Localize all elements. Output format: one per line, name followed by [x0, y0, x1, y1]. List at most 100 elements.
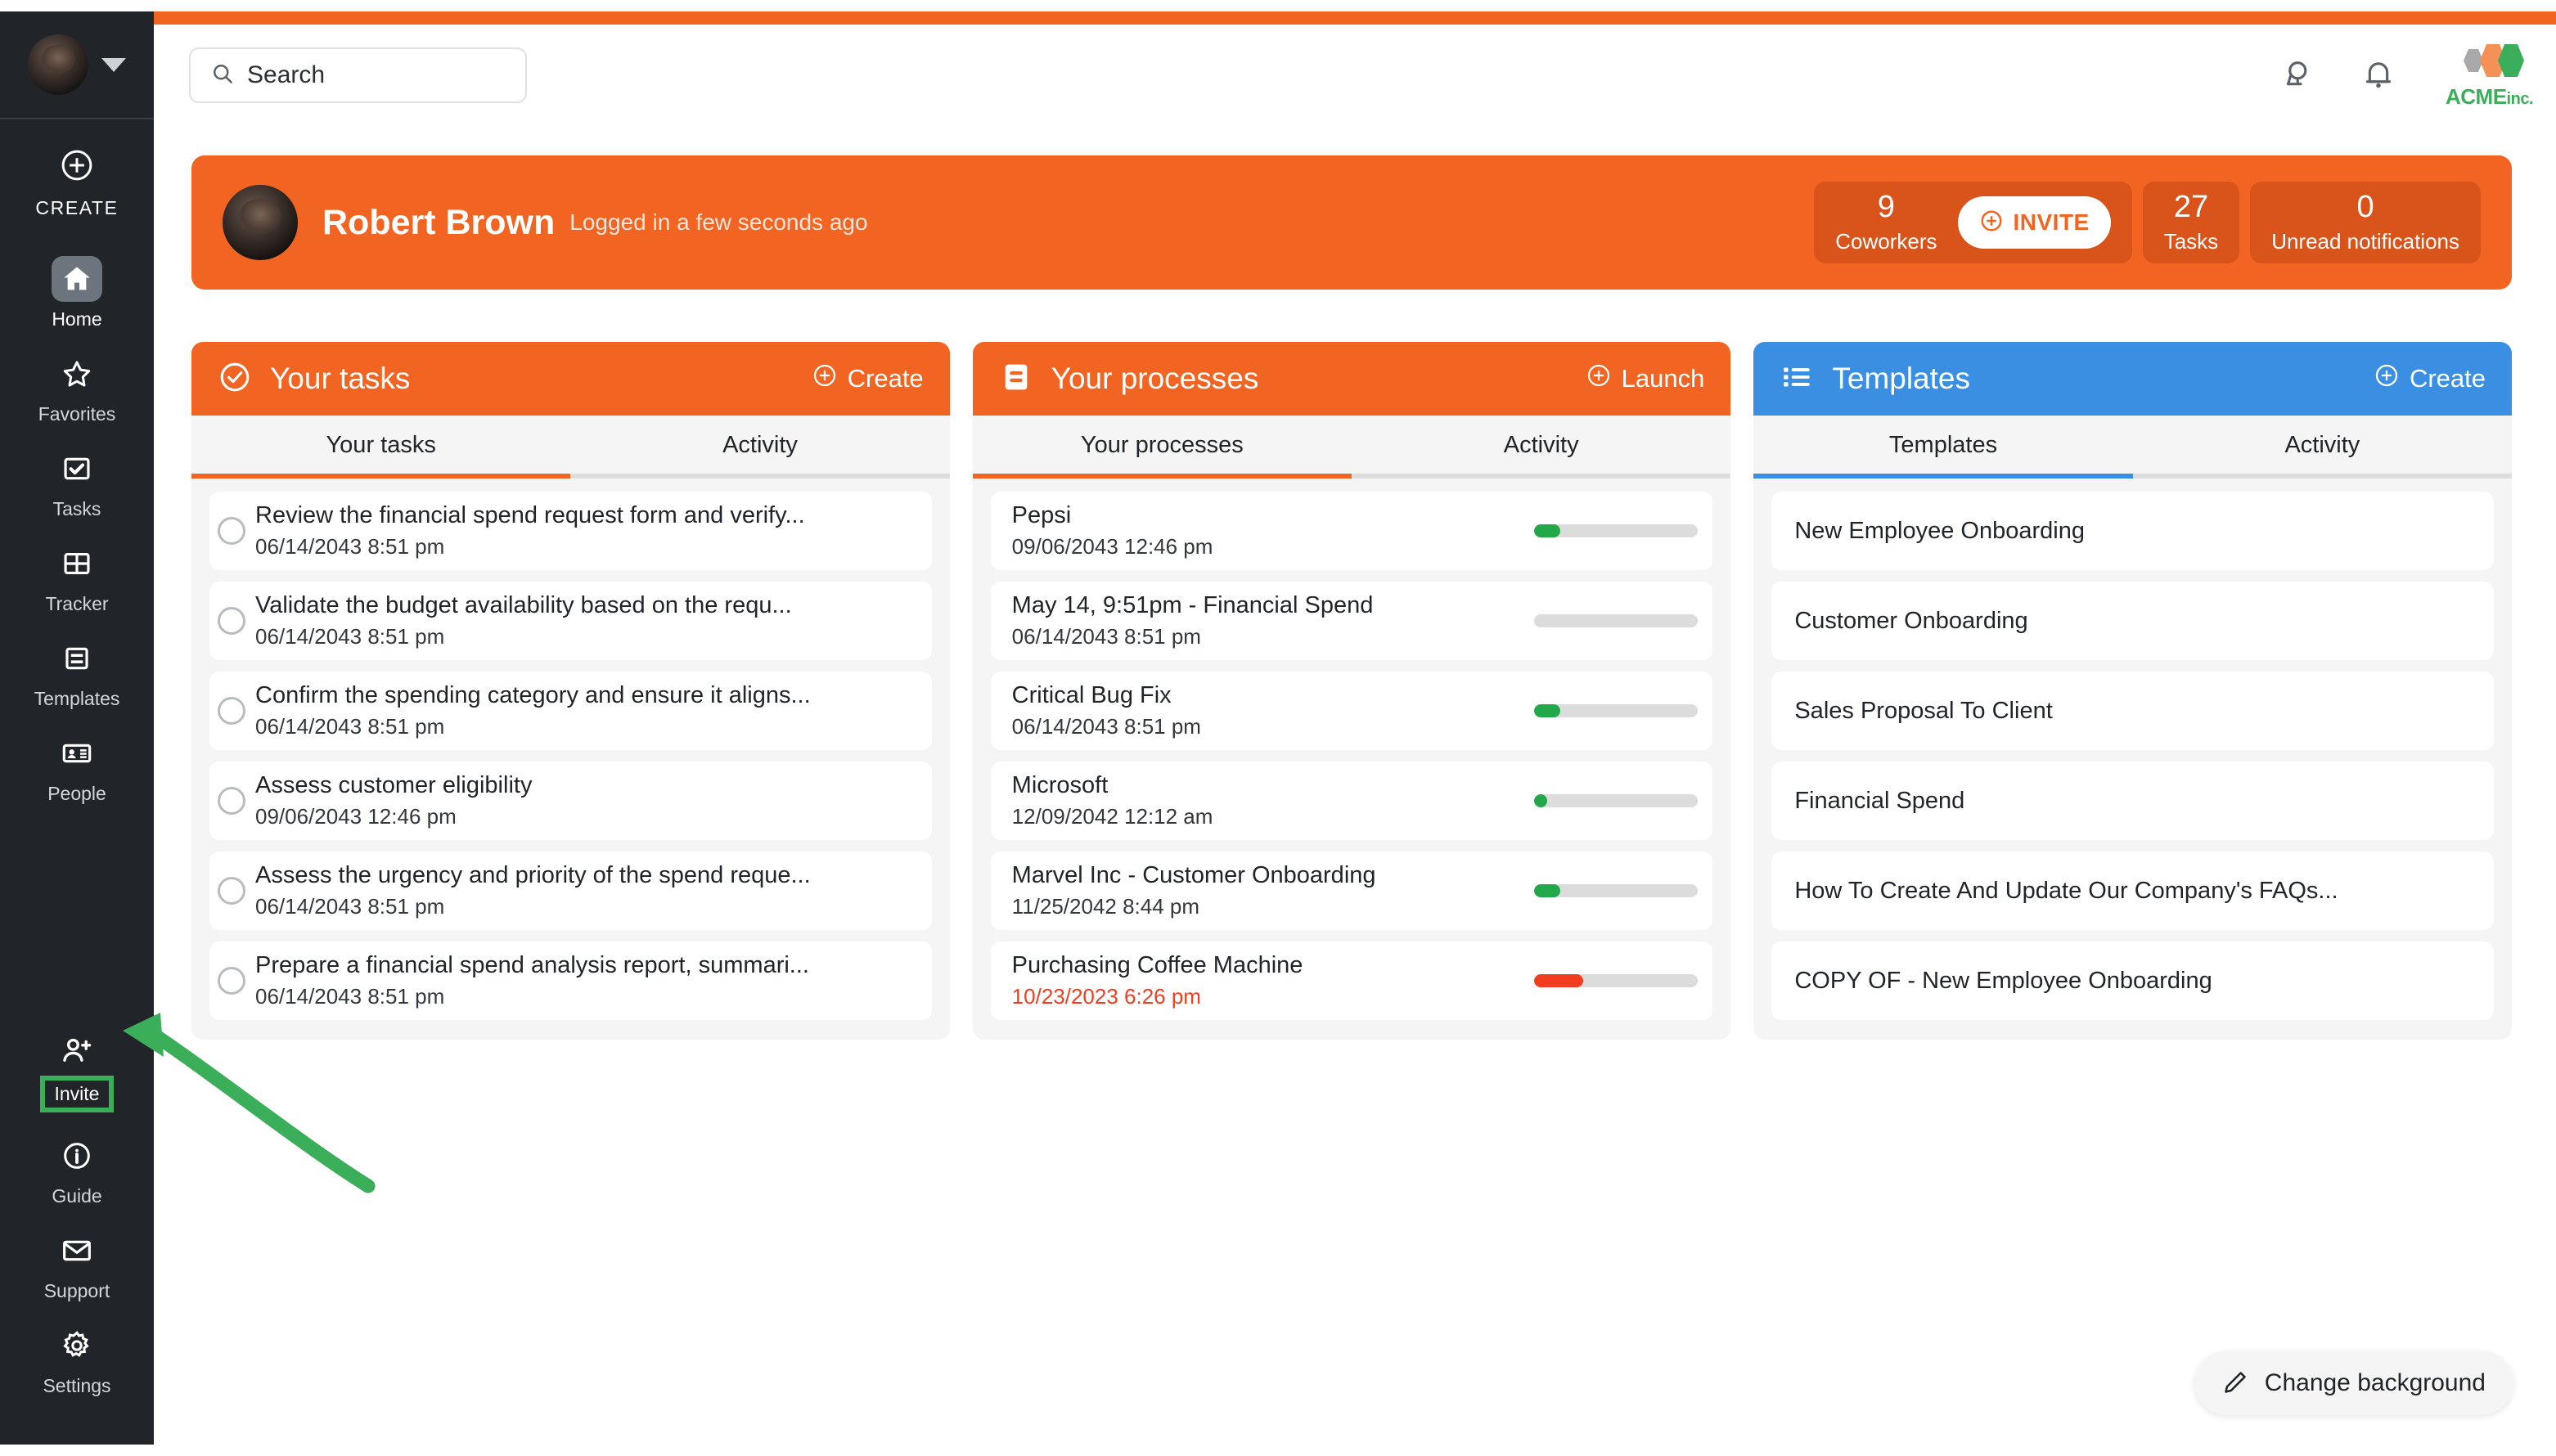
sidebar-item-settings[interactable]: Settings: [0, 1312, 154, 1407]
table-row[interactable]: Assess customer eligibility 09/06/2043 1…: [209, 762, 932, 840]
sidebar-item-invite[interactable]: Invite: [0, 1018, 154, 1122]
progress-bar: [1534, 884, 1699, 897]
template-title: How To Create And Update Our Company's F…: [1794, 877, 2338, 904]
task-checkbox[interactable]: [218, 877, 245, 905]
globe-icon[interactable]: [2275, 52, 2321, 97]
card-header: Your processes Launch: [972, 342, 1731, 416]
process-title: Critical Bug Fix: [1011, 682, 1172, 708]
table-row[interactable]: Marvel Inc - Customer Onboarding 11/25/2…: [990, 852, 1713, 930]
contact-card-icon: [52, 730, 102, 776]
task-checkbox[interactable]: [218, 697, 245, 725]
sidebar-item-support[interactable]: Support: [0, 1217, 154, 1312]
stat-tasks[interactable]: 27 Tasks: [2142, 182, 2240, 263]
create-button[interactable]: CREATE: [35, 147, 118, 219]
stat-label: Coworkers: [1835, 228, 1937, 254]
list-item[interactable]: COPY OF - New Employee Onboarding: [1771, 941, 2495, 1020]
process-date: 06/14/2043 8:51 pm: [1011, 714, 1201, 739]
task-date: 06/14/2043 8:51 pm: [255, 714, 445, 739]
task-checkbox[interactable]: [218, 967, 245, 995]
search-input[interactable]: Search: [189, 47, 527, 103]
banner-user-name: Robert Brown: [322, 202, 556, 242]
card-templates: Templates Create Templates Activity New …: [1753, 342, 2513, 1040]
acme-hexagon-mark: [2464, 44, 2525, 77]
logo-text: ACMEinc.: [2446, 84, 2534, 110]
progress-bar: [1534, 794, 1699, 807]
task-date: 06/14/2043 8:51 pm: [255, 624, 445, 649]
table-row[interactable]: Review the financial spend request form …: [209, 492, 932, 570]
tab-activity[interactable]: Activity: [570, 416, 950, 479]
task-checkbox[interactable]: [218, 607, 245, 635]
templates-icon: [52, 636, 102, 681]
tab-your-tasks[interactable]: Your tasks: [191, 416, 571, 479]
card-create-action[interactable]: Create: [2374, 362, 2486, 395]
change-background-label: Change background: [2264, 1369, 2486, 1396]
table-row[interactable]: Prepare a financial spend analysis repor…: [209, 941, 932, 1020]
banner-avatar: [223, 185, 298, 260]
table-row[interactable]: May 14, 9:51pm - Financial Spend 06/14/2…: [990, 582, 1713, 660]
home-icon: [52, 256, 102, 302]
tab-activity[interactable]: Activity: [2132, 416, 2513, 479]
plus-circle-icon: [1586, 362, 1612, 395]
card-launch-action[interactable]: Launch: [1586, 362, 1704, 395]
list-item[interactable]: Sales Proposal To Client: [1771, 672, 2495, 750]
card-create-action[interactable]: Create: [812, 362, 924, 395]
tab-activity[interactable]: Activity: [1352, 416, 1731, 479]
task-date: 06/14/2043 8:51 pm: [255, 984, 445, 1009]
task-checkbox[interactable]: [218, 517, 245, 545]
sidebar-profile[interactable]: [0, 11, 154, 119]
sidebar-item-label: People: [47, 783, 106, 804]
header-actions: ACMEinc.: [2275, 39, 2534, 110]
tab-your-processes[interactable]: Your processes: [972, 416, 1352, 479]
list-item[interactable]: New Employee Onboarding: [1771, 492, 2495, 570]
sidebar-item-tasks[interactable]: Tasks: [0, 435, 154, 530]
checkbox-icon: [52, 446, 102, 492]
table-row[interactable]: Pepsi 09/06/2043 12:46 pm: [990, 492, 1713, 570]
task-checkbox[interactable]: [218, 787, 245, 815]
table-row[interactable]: Assess the urgency and priority of the s…: [209, 852, 932, 930]
logo-suffix: inc.: [2506, 90, 2534, 108]
card-title: Your processes: [1051, 362, 1259, 395]
user-banner: Robert Brown Logged in a few seconds ago…: [191, 155, 2512, 290]
avatar: [28, 34, 88, 95]
sidebar-item-guide[interactable]: Guide: [0, 1122, 154, 1217]
plus-circle-icon: [1979, 209, 2004, 237]
list-item[interactable]: Customer Onboarding: [1771, 582, 2495, 660]
card-header: Your tasks Create: [191, 342, 950, 416]
task-date: 06/14/2043 8:51 pm: [255, 534, 445, 559]
list-item[interactable]: Financial Spend: [1771, 762, 2495, 840]
table-row[interactable]: Purchasing Coffee Machine 10/23/2023 6:2…: [990, 941, 1713, 1020]
sidebar-item-label: Templates: [34, 688, 120, 709]
sidebar-item-templates[interactable]: Templates: [0, 625, 154, 720]
tab-templates[interactable]: Templates: [1753, 416, 2133, 479]
table-row[interactable]: Confirm the spending category and ensure…: [209, 672, 932, 750]
bell-icon[interactable]: [2356, 52, 2401, 97]
stat-value: 9: [1877, 189, 1895, 224]
sidebar-item-favorites[interactable]: Favorites: [0, 340, 154, 435]
chevron-down-icon[interactable]: [101, 57, 126, 72]
template-title: Sales Proposal To Client: [1794, 697, 2053, 724]
process-title: Microsoft: [1011, 772, 1109, 798]
invite-button[interactable]: INVITE: [1958, 196, 2111, 249]
process-date: 09/06/2043 12:46 pm: [1011, 534, 1213, 559]
acme-logo: ACMEinc.: [2446, 39, 2534, 110]
list-item[interactable]: How To Create And Update Our Company's F…: [1771, 852, 2495, 930]
envelope-icon: [52, 1228, 102, 1274]
table-row[interactable]: Validate the budget availability based o…: [209, 582, 932, 660]
star-icon: [52, 351, 102, 397]
sidebar-item-people[interactable]: People: [0, 720, 154, 815]
table-row[interactable]: Critical Bug Fix 06/14/2043 8:51 pm: [990, 672, 1713, 750]
stat-coworkers[interactable]: 9 Coworkers INVITE: [1814, 182, 2132, 263]
sidebar-item-home[interactable]: Home: [0, 245, 154, 340]
change-background-button[interactable]: Change background: [2194, 1351, 2513, 1415]
app-root: CREATE Home Favorites Tasks Tracker Temp…: [0, 0, 2556, 1456]
card-action-label: Create: [847, 364, 924, 393]
plus-circle-icon: [812, 362, 838, 395]
table-row[interactable]: Microsoft 12/09/2042 12:12 am: [990, 762, 1713, 840]
sidebar-item-label: Guide: [52, 1185, 102, 1207]
task-title: Assess customer eligibility: [255, 772, 533, 798]
stat-unread-notifications[interactable]: 0 Unread notifications: [2250, 182, 2481, 263]
sidebar-item-tracker[interactable]: Tracker: [0, 530, 154, 625]
process-date: 06/14/2043 8:51 pm: [1011, 624, 1201, 649]
card-action-label: Create: [2409, 364, 2486, 393]
stat-label: Unread notifications: [2271, 228, 2459, 254]
